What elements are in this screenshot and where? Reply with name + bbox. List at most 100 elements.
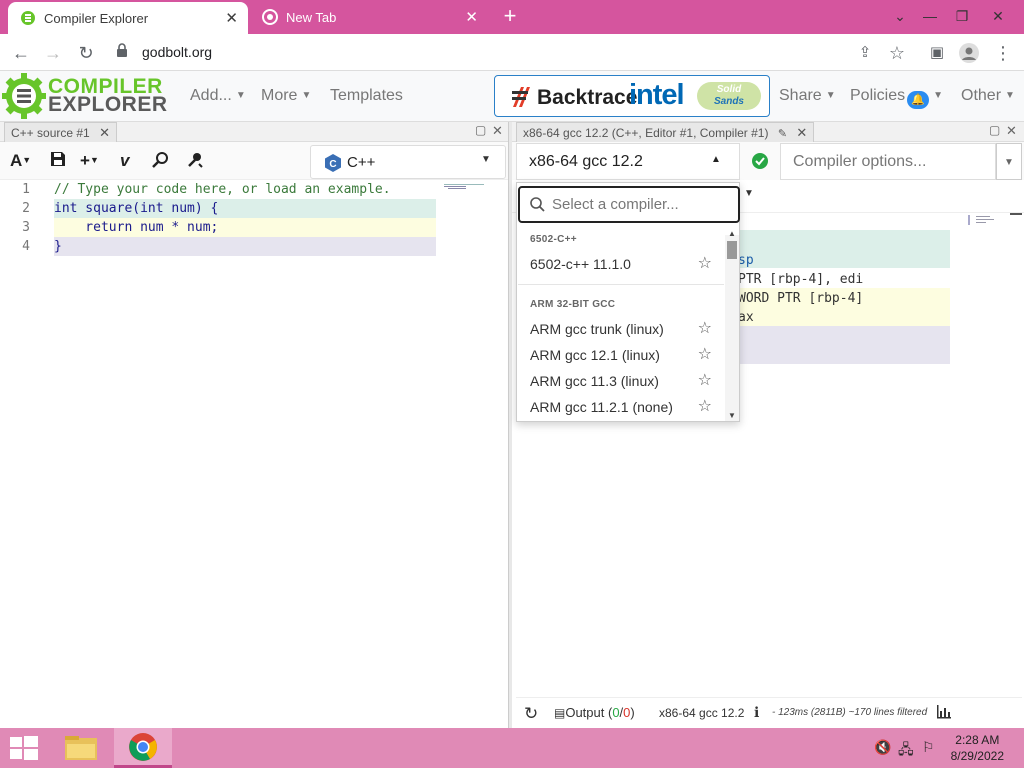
windows-start-icon[interactable] bbox=[10, 736, 38, 765]
compiler-explorer-logo-icon[interactable] bbox=[2, 73, 46, 124]
lock-icon bbox=[116, 43, 128, 62]
url-field[interactable]: godbolt.org bbox=[110, 38, 890, 67]
cpp-insights-icon[interactable] bbox=[186, 151, 204, 174]
compiler-option[interactable]: ARM gcc 12.1 (linux) ☆ bbox=[518, 342, 724, 368]
search-icon[interactable] bbox=[152, 151, 170, 174]
scroll-down-arrow-icon[interactable]: ▼ bbox=[728, 411, 736, 420]
close-pane-icon[interactable]: ✕ bbox=[1006, 123, 1017, 139]
policies-menu[interactable]: Policies 🔔 ▼ bbox=[850, 87, 943, 109]
svg-text:C: C bbox=[329, 159, 336, 170]
close-tab-icon[interactable]: ✕ bbox=[225, 9, 238, 27]
compiler-tab[interactable]: x86-64 gcc 12.2 (C++, Editor #1, Compile… bbox=[516, 122, 815, 142]
line-number: 4 bbox=[22, 239, 30, 254]
share-page-icon[interactable]: ⇪ bbox=[852, 40, 878, 66]
side-panel-icon[interactable]: ▣ bbox=[924, 40, 950, 66]
profile-avatar-icon[interactable] bbox=[956, 40, 982, 66]
compiler-explorer-logo-text[interactable]: COMPILER EXPLORER bbox=[48, 76, 168, 115]
file-explorer-icon[interactable] bbox=[64, 734, 98, 767]
clock-date: 8/29/2022 bbox=[950, 749, 1004, 763]
scrollbar-thumb[interactable] bbox=[727, 241, 737, 259]
compiler-option[interactable]: ARM gcc trunk (linux) ☆ bbox=[518, 316, 724, 342]
templates-menu[interactable]: Templates bbox=[330, 87, 403, 105]
maximize-pane-icon[interactable]: ▢ bbox=[475, 123, 486, 137]
more-menu[interactable]: More ▼ bbox=[261, 87, 311, 105]
close-icon[interactable]: ✕ bbox=[99, 125, 110, 140]
maximize-pane-icon[interactable]: ▢ bbox=[989, 123, 1000, 137]
sponsor-banner[interactable]: Backtrace intel Solid Sands bbox=[494, 75, 770, 117]
favorite-star-icon[interactable]: ☆ bbox=[698, 368, 712, 394]
compiler-option-label: ARM gcc trunk (linux) bbox=[530, 321, 664, 337]
edit-pencil-icon[interactable]: ✎ bbox=[778, 128, 787, 140]
recompile-icon[interactable]: ↻ bbox=[524, 704, 538, 724]
compiler-options-input[interactable]: Compiler options... bbox=[780, 143, 996, 180]
code-editor[interactable]: 1 // Type your code here, or load an exa… bbox=[0, 180, 496, 728]
compiler-option[interactable]: 6502-c++ 11.1.0 ☆ bbox=[518, 251, 724, 277]
clock-time: 2:28 AM bbox=[955, 733, 1000, 747]
asm-minimap[interactable] bbox=[968, 213, 998, 227]
compile-success-icon[interactable] bbox=[751, 152, 769, 175]
restore-button[interactable]: ❐ bbox=[948, 4, 976, 28]
font-size-button[interactable]: A▼ bbox=[10, 151, 31, 171]
asm-line: sp bbox=[738, 253, 754, 268]
line-number: 3 bbox=[22, 220, 30, 235]
chrome-taskbar-button[interactable] bbox=[114, 728, 172, 768]
back-button[interactable]: ← bbox=[8, 40, 34, 66]
code-line: // Type your code here, or load an examp… bbox=[54, 182, 391, 197]
code-line: } bbox=[54, 237, 436, 256]
dropdown-scrollbar[interactable]: ▲ ▼ bbox=[725, 229, 739, 421]
info-icon[interactable]: ℹ bbox=[754, 704, 759, 721]
chevron-down-icon[interactable]: ▼ bbox=[744, 188, 754, 199]
output-button[interactable]: ▤Output (0/0) bbox=[554, 705, 635, 720]
close-icon[interactable]: ✕ bbox=[796, 125, 807, 140]
options-dropdown-button[interactable]: ▼ bbox=[996, 143, 1022, 180]
tab-search-chevron-icon[interactable]: ⌄ bbox=[886, 4, 914, 28]
close-tab-icon[interactable]: ✕ bbox=[465, 8, 478, 26]
new-tab-button[interactable]: + bbox=[498, 5, 522, 29]
browser-tab-compiler-explorer[interactable]: Compiler Explorer ✕ bbox=[8, 2, 248, 34]
minimize-button[interactable]: — bbox=[916, 4, 944, 28]
solid-sands-sponsor: Solid Sands bbox=[697, 82, 761, 110]
reload-button[interactable]: ↻ bbox=[73, 40, 99, 66]
compiler-tab-title: x86-64 gcc 12.2 (C++, Editor #1, Compile… bbox=[523, 126, 769, 140]
favorite-star-icon[interactable]: ☆ bbox=[698, 394, 712, 420]
compiler-option[interactable]: ARM gcc 11.2.1 (none) ☆ bbox=[518, 394, 724, 420]
system-clock[interactable]: 2:28 AM 8/29/2022 bbox=[951, 732, 1004, 764]
compiler-search-input[interactable]: Select a compiler... bbox=[518, 186, 740, 223]
volume-muted-icon[interactable]: 🔇 bbox=[874, 739, 891, 756]
code-line: return num * num; bbox=[54, 218, 436, 237]
vim-mode-icon[interactable]: v bbox=[120, 151, 129, 171]
scroll-up-arrow-icon[interactable]: ▲ bbox=[728, 229, 736, 238]
compiler-tab-bar: x86-64 gcc 12.2 (C++, Editor #1, Compile… bbox=[512, 122, 1024, 142]
browser-tab-label: New Tab bbox=[286, 9, 337, 25]
favorite-star-icon[interactable]: ☆ bbox=[698, 251, 712, 277]
editor-tab[interactable]: C++ source #1 ✕ bbox=[4, 122, 117, 142]
close-pane-icon[interactable]: ✕ bbox=[492, 123, 503, 139]
editor-minimap[interactable] bbox=[444, 180, 494, 190]
browser-menu-icon[interactable]: ⋮ bbox=[990, 40, 1016, 66]
browser-tab-label: Compiler Explorer bbox=[44, 10, 149, 26]
save-icon[interactable] bbox=[50, 151, 66, 172]
close-window-button[interactable]: ✕ bbox=[984, 4, 1012, 28]
forward-button[interactable]: → bbox=[40, 40, 66, 66]
compiler-select[interactable]: x86-64 gcc 12.2 ▲ bbox=[516, 143, 740, 180]
group-divider bbox=[518, 284, 724, 285]
add-menu[interactable]: Add... ▼ bbox=[190, 87, 246, 105]
notification-muted-icon[interactable]: ⚐ bbox=[922, 739, 935, 756]
compiler-dropdown: Select a compiler... 6502-C++ 6502-c++ 1… bbox=[516, 182, 740, 422]
bookmark-star-icon[interactable]: ☆ bbox=[884, 40, 910, 66]
language-select[interactable]: C C++ ▼ bbox=[310, 145, 506, 179]
favorite-star-icon[interactable]: ☆ bbox=[698, 342, 712, 368]
bar-chart-icon[interactable] bbox=[936, 705, 952, 722]
cpp-language-icon: C bbox=[323, 153, 343, 178]
compile-timing: - 123ms (2811B) ~170 lines filtered bbox=[772, 707, 928, 718]
browser-tab-new-tab[interactable]: New Tab ✕ bbox=[250, 0, 488, 34]
share-menu[interactable]: Share ▼ bbox=[779, 87, 836, 105]
add-new-button[interactable]: +▼ bbox=[80, 151, 99, 171]
compiler-explorer-favicon bbox=[20, 10, 36, 26]
network-icon[interactable]: 🖧 bbox=[898, 739, 914, 763]
compiler-option-label: ARM gcc 11.3 (linux) bbox=[530, 373, 659, 389]
chrome-icon bbox=[262, 9, 278, 25]
favorite-star-icon[interactable]: ☆ bbox=[698, 316, 712, 342]
compiler-option[interactable]: ARM gcc 11.3 (linux) ☆ bbox=[518, 368, 724, 394]
other-menu[interactable]: Other ▼ bbox=[961, 87, 1015, 105]
